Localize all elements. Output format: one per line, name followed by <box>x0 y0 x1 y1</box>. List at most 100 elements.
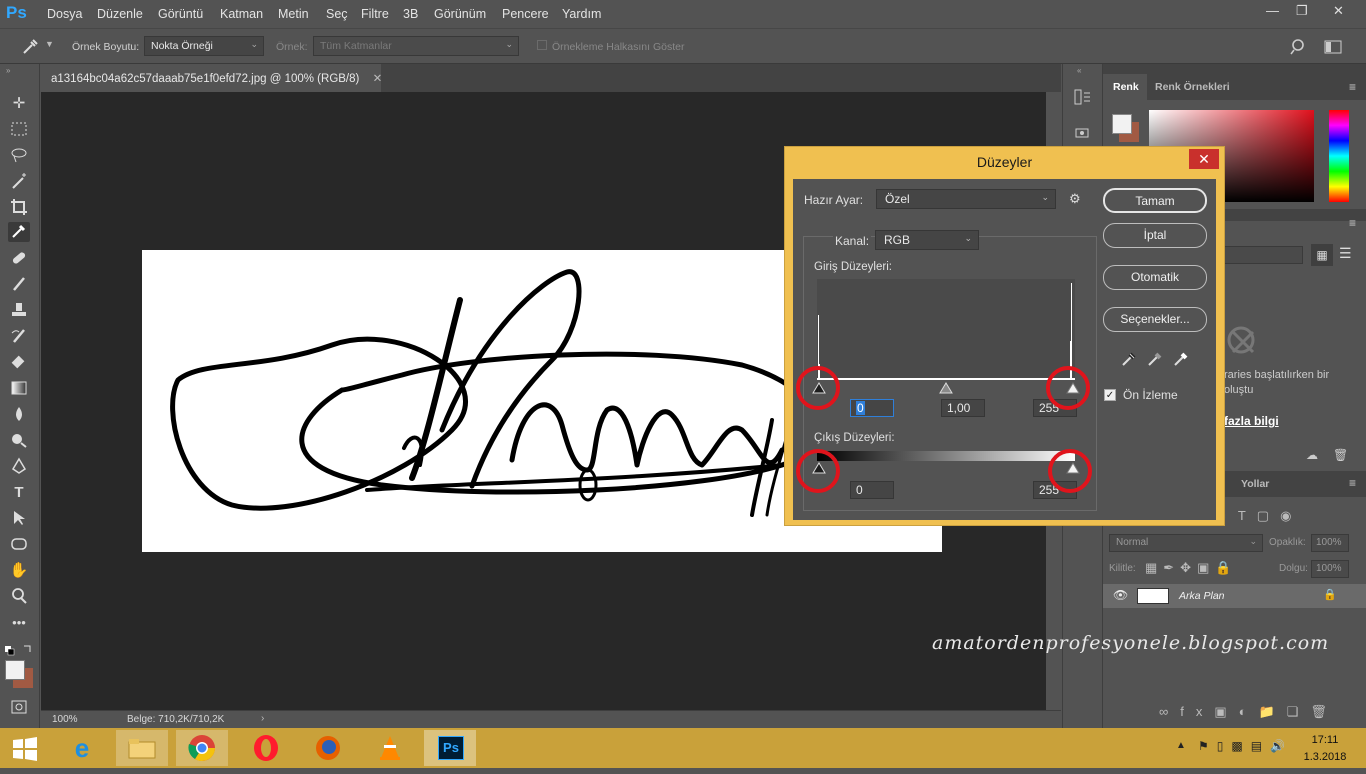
vlc-icon[interactable] <box>364 730 416 766</box>
collapse-icon[interactable]: « <box>1077 66 1081 75</box>
panel-menu-icon[interactable]: ≡ <box>1349 80 1356 94</box>
layer-row[interactable]: 👁 Arka Plan 🔒 <box>1103 584 1366 608</box>
tab-swatches[interactable]: Renk Örnekleri <box>1155 81 1230 93</box>
lasso-tool-icon[interactable] <box>8 146 30 166</box>
input-gamma-field[interactable]: 1,00 <box>941 399 985 417</box>
pen-tool-icon[interactable] <box>8 457 30 477</box>
hue-slider[interactable] <box>1329 110 1349 202</box>
output-sliders[interactable] <box>811 461 1081 475</box>
eraser-tool-icon[interactable] <box>8 353 30 373</box>
dialog-close-icon[interactable]: ✕ <box>1189 149 1219 169</box>
magic-wand-tool-icon[interactable] <box>8 172 30 192</box>
firefox-icon[interactable] <box>302 730 354 766</box>
grid-view-icon[interactable]: ▦ <box>1311 244 1333 266</box>
type-tool-icon[interactable]: T <box>8 483 30 503</box>
blend-mode-select[interactable]: Normal ⌄ <box>1109 534 1263 552</box>
default-colors-icon[interactable] <box>4 642 36 660</box>
search-icon[interactable] <box>1290 38 1308 56</box>
menu-file[interactable]: Dosya <box>47 7 82 21</box>
document-tab[interactable]: a13164bc04a62c57daaab75e1f0efd72.jpg @ 1… <box>41 64 383 92</box>
list-view-icon[interactable]: ☰ <box>1339 245 1352 262</box>
channel-select[interactable]: RGB ⌄ <box>875 230 979 250</box>
chrome-icon[interactable] <box>176 730 228 766</box>
collapse-icon[interactable]: » <box>6 66 10 75</box>
options-button[interactable]: Seçenekler... <box>1103 307 1207 332</box>
input-sliders[interactable] <box>811 381 1081 395</box>
white-point-eyedropper-icon[interactable] <box>1172 350 1190 368</box>
clock-time[interactable]: 17:11 <box>1294 734 1356 746</box>
clone-stamp-tool-icon[interactable] <box>8 301 30 321</box>
clock-date[interactable]: 1.3.2018 <box>1294 751 1356 763</box>
ok-button[interactable]: Tamam <box>1103 188 1207 213</box>
preset-select[interactable]: Özel ⌄ <box>876 189 1056 209</box>
menu-select[interactable]: Seç <box>326 7 348 21</box>
eyedropper-icon[interactable] <box>20 37 40 57</box>
healing-brush-tool-icon[interactable] <box>8 249 30 269</box>
menu-type[interactable]: Metin <box>278 7 309 21</box>
layer-actions-icons[interactable]: ∞fx▣◐📁❏🗑 <box>1159 704 1339 720</box>
opacity-value[interactable]: 100% <box>1311 534 1349 552</box>
tab-color[interactable]: Renk <box>1103 74 1147 100</box>
properties-panel-icon[interactable] <box>1074 126 1092 140</box>
blur-tool-icon[interactable] <box>8 405 30 425</box>
zoom-tool-icon[interactable] <box>8 587 30 607</box>
minimize-icon[interactable]: — <box>1266 3 1279 18</box>
library-select[interactable] <box>1223 246 1303 264</box>
tab-paths[interactable]: Yollar <box>1241 478 1269 490</box>
internet-explorer-icon[interactable]: e <box>56 730 108 766</box>
gray-point-eyedropper-icon[interactable] <box>1146 350 1164 368</box>
menu-edit[interactable]: Düzenle <box>97 7 143 21</box>
layer-name[interactable]: Arka Plan <box>1179 590 1225 602</box>
status-menu-arrow-icon[interactable]: › <box>261 713 264 724</box>
workspace-icon[interactable] <box>1324 38 1344 56</box>
history-brush-tool-icon[interactable] <box>8 327 30 347</box>
menu-view[interactable]: Görünüm <box>434 7 486 21</box>
restore-icon[interactable]: ❐ <box>1296 3 1308 19</box>
fill-value[interactable]: 100% <box>1311 560 1349 578</box>
trash-icon[interactable]: 🗑 <box>1333 448 1348 462</box>
tool-preset-chevron-icon[interactable]: ▼ <box>45 39 54 49</box>
menu-help[interactable]: Yardım <box>562 7 601 21</box>
tray-expand-icon[interactable]: ▲ <box>1176 740 1186 751</box>
menu-layer[interactable]: Katman <box>220 7 263 21</box>
zoom-level[interactable]: 100% <box>52 714 78 725</box>
close-icon[interactable]: ✕ <box>1333 3 1344 19</box>
preview-checkbox[interactable]: ✓ <box>1104 389 1116 401</box>
dodge-tool-icon[interactable] <box>8 431 30 451</box>
menu-image[interactable]: Görüntü <box>158 7 203 21</box>
lock-icons[interactable]: ▦✒✥▣🔒 <box>1145 560 1238 576</box>
color-fg-swatch[interactable] <box>1112 114 1132 134</box>
sample-size-select[interactable]: Nokta Örneği ⌄ <box>144 36 264 56</box>
menu-3d[interactable]: 3B <box>403 7 418 21</box>
cancel-button[interactable]: İptal <box>1103 223 1207 248</box>
hand-tool-icon[interactable]: ✋ <box>8 561 30 581</box>
path-selection-tool-icon[interactable] <box>8 509 30 529</box>
brush-tool-icon[interactable] <box>8 275 30 295</box>
opera-icon[interactable] <box>240 730 292 766</box>
foreground-color-swatch[interactable] <box>5 660 25 680</box>
black-point-eyedropper-icon[interactable] <box>1120 350 1138 368</box>
menu-window[interactable]: Pencere <box>502 7 549 21</box>
file-explorer-icon[interactable] <box>116 730 168 766</box>
eye-icon[interactable]: 👁 <box>1113 588 1128 602</box>
show-ring-checkbox[interactable] <box>537 40 547 50</box>
eyedropper-tool-icon[interactable] <box>8 222 30 242</box>
auto-button[interactable]: Otomatik <box>1103 265 1207 290</box>
crop-tool-icon[interactable] <box>8 198 30 218</box>
shape-tool-icon[interactable] <box>8 535 30 555</box>
cc-sync-icon[interactable]: ☁ <box>1306 448 1318 462</box>
quick-mask-icon[interactable] <box>10 698 30 716</box>
start-button-icon[interactable] <box>12 736 38 762</box>
panel-menu-icon[interactable]: ≡ <box>1349 216 1356 230</box>
move-tool-icon[interactable]: ✛ <box>8 94 30 114</box>
more-info-link[interactable]: fazla bilgi <box>1224 414 1279 428</box>
history-panel-icon[interactable] <box>1074 88 1092 106</box>
tray-icons[interactable]: ⚑▯▩▤🔊 <box>1198 739 1293 753</box>
close-tab-icon[interactable]: ✕ <box>373 73 383 85</box>
photoshop-taskbar-icon[interactable]: Ps <box>424 730 476 766</box>
preset-gear-icon[interactable]: ⚙ <box>1069 191 1081 207</box>
menu-filter[interactable]: Filtre <box>361 7 389 21</box>
output-black-field[interactable]: 0 <box>850 481 894 499</box>
marquee-tool-icon[interactable] <box>8 120 30 140</box>
layer-filter-icons[interactable]: ◐T▢◉ <box>1219 508 1359 524</box>
